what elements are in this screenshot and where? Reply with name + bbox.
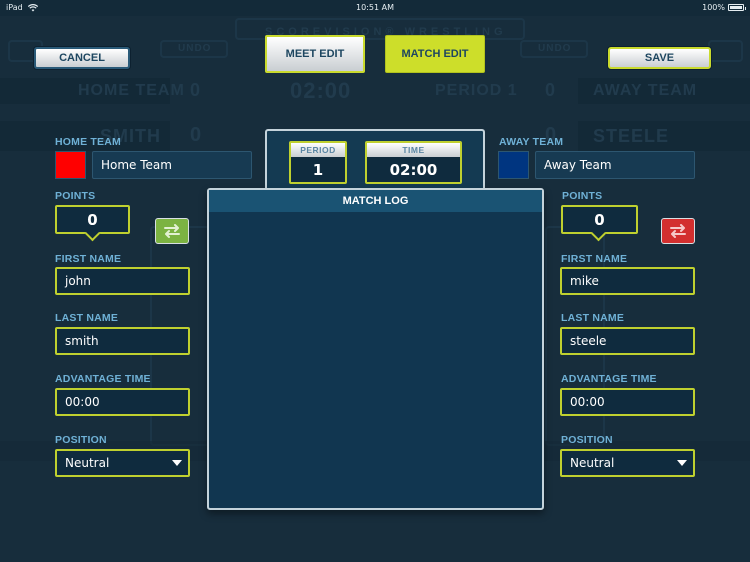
home-team-label: HOME TEAM — [55, 136, 121, 148]
home-position-value: Neutral — [65, 456, 110, 470]
match-log-title: MATCH LOG — [209, 190, 542, 212]
home-advantage-time-label: ADVANTAGE TIME — [55, 373, 151, 385]
home-swap-button[interactable] — [155, 218, 189, 244]
period-box[interactable]: PERIOD 1 — [289, 141, 347, 184]
away-position-label: POSITION — [561, 434, 613, 446]
tab-meet-edit[interactable]: MEET EDIT — [265, 35, 365, 73]
home-advantage-time-input[interactable]: 00:00 — [55, 388, 190, 416]
home-position-label: POSITION — [55, 434, 107, 446]
bg-away-team: AWAY TEAM — [593, 82, 698, 99]
bg-undo-right: UNDO — [538, 43, 572, 54]
away-team-color-swatch[interactable] — [498, 151, 529, 179]
tab-match-edit[interactable]: MATCH EDIT — [385, 35, 485, 73]
home-first-name-input[interactable]: john — [55, 267, 190, 295]
home-points-field[interactable]: 0 — [55, 205, 130, 234]
bg-away-wrestler: STEELE — [593, 126, 670, 146]
time-box[interactable]: TIME 02:00 — [365, 141, 462, 184]
bg-home-team: HOME TEAM — [78, 82, 185, 99]
away-position-select[interactable]: Neutral — [560, 449, 695, 477]
cancel-button[interactable]: CANCEL — [34, 47, 130, 69]
away-advantage-time-label: ADVANTAGE TIME — [561, 373, 657, 385]
bg-clock: 02:00 — [290, 78, 352, 103]
match-log-panel: MATCH LOG — [207, 188, 544, 510]
home-last-name-label: LAST NAME — [55, 312, 119, 324]
bg-period: PERIOD 1 — [435, 82, 518, 99]
chevron-down-icon — [677, 460, 687, 466]
clock-panel: PERIOD 1 TIME 02:00 — [265, 129, 485, 193]
period-label: PERIOD — [291, 143, 345, 157]
status-bar: iPad 10:51 AM 100% — [0, 0, 750, 16]
battery-icon — [728, 4, 746, 11]
away-team-name-input[interactable]: Away Team — [535, 151, 695, 179]
away-last-name-input[interactable]: steele — [560, 327, 695, 355]
home-team-color-swatch[interactable] — [55, 151, 86, 179]
time-label: TIME — [367, 143, 460, 157]
home-position-select[interactable]: Neutral — [55, 449, 190, 477]
match-log-list[interactable] — [209, 212, 542, 508]
away-first-name-input[interactable]: mike — [560, 267, 695, 295]
chevron-down-icon — [172, 460, 182, 466]
away-swap-button[interactable] — [661, 218, 695, 244]
away-points-label: POINTS — [562, 190, 603, 202]
swap-arrows-icon — [670, 224, 686, 238]
away-last-name-label: LAST NAME — [561, 312, 625, 324]
bg-undo-left: UNDO — [178, 43, 212, 54]
period-value: 1 — [312, 160, 324, 179]
away-team-label: AWAY TEAM — [499, 136, 564, 148]
battery-percent: 100% — [702, 3, 725, 12]
home-team-name-input[interactable]: Home Team — [92, 151, 252, 179]
away-points-field[interactable]: 0 — [561, 205, 638, 234]
home-points-label: POINTS — [55, 190, 96, 202]
bg-home-score: 0 — [190, 80, 202, 100]
bg-away-score: 0 — [545, 80, 557, 100]
swap-arrows-icon — [164, 224, 180, 238]
save-button[interactable]: SAVE — [608, 47, 711, 69]
home-first-name-label: FIRST NAME — [55, 253, 122, 265]
home-last-name-input[interactable]: smith — [55, 327, 190, 355]
bg-home-wrestler-score: 0 — [190, 124, 203, 146]
away-first-name-label: FIRST NAME — [561, 253, 628, 265]
away-advantage-time-input[interactable]: 00:00 — [560, 388, 695, 416]
clock-time: 10:51 AM — [356, 3, 394, 12]
time-value: 02:00 — [389, 160, 438, 179]
away-position-value: Neutral — [570, 456, 615, 470]
